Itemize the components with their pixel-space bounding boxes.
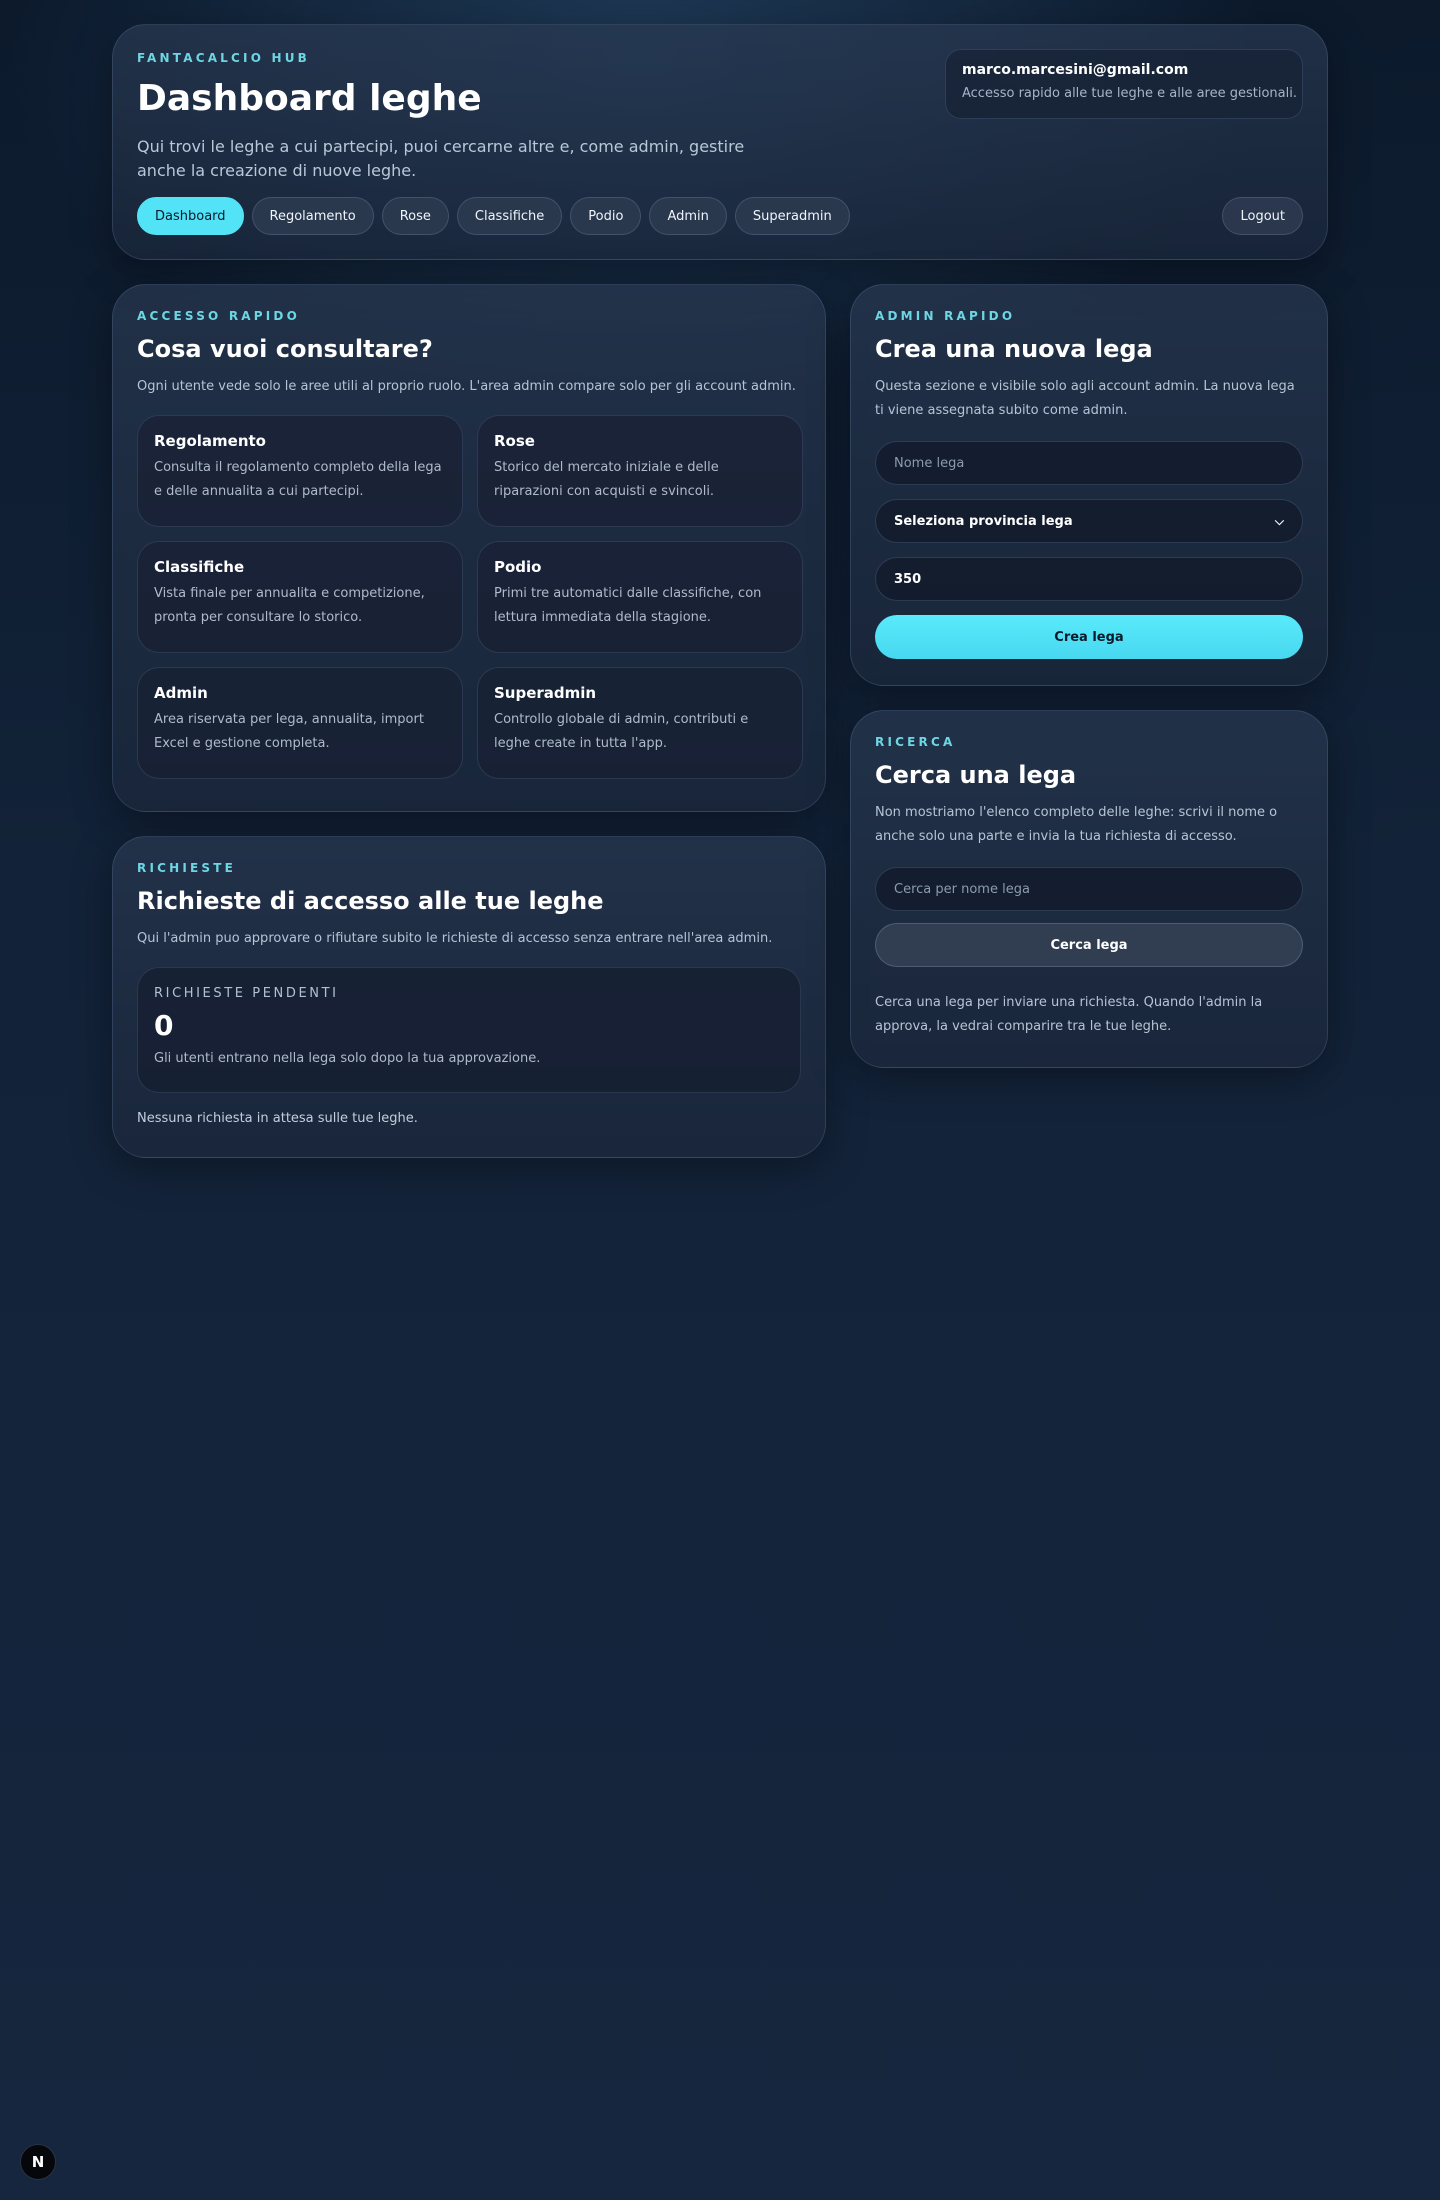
province-select-value: Seleziona provincia lega	[894, 513, 1073, 529]
search-help-text: Cerca una lega per inviare una richiesta…	[875, 995, 1263, 1034]
pending-requests-box: RICHIESTE PENDENTI 0 Gli utenti entrano …	[137, 967, 801, 1093]
tile-description: Consulta il regolamento completo della l…	[154, 460, 442, 499]
province-select[interactable]: Seleziona provincia lega ⌵	[875, 499, 1303, 543]
search-league-card: RICERCA Cerca una lega Non mostriamo l'e…	[850, 710, 1328, 1068]
section-description: Questa sezione e visibile solo agli acco…	[875, 379, 1295, 418]
tile-title: Superadmin	[494, 684, 597, 702]
empty-requests-note: Nessuna richiesta in attesa sulle tue le…	[137, 1111, 418, 1126]
tile-admin[interactable]: Admin Area riservata per lega, annualita…	[137, 667, 463, 779]
search-league-button[interactable]: Cerca lega	[875, 923, 1303, 967]
section-title: Cerca una lega	[875, 761, 1077, 789]
quick-access-card: ACCESSO RAPIDO Cosa vuoi consultare? Ogn…	[112, 284, 826, 812]
tile-classifiche[interactable]: Classifiche Vista finale per annualita e…	[137, 541, 463, 653]
section-eyebrow: RICHIESTE	[137, 861, 237, 875]
section-description: Non mostriamo l'elenco completo delle le…	[875, 805, 1278, 844]
tile-description: Primi tre automatici dalle classifiche, …	[494, 586, 762, 625]
requests-card: RICHIESTE Richieste di accesso alle tue …	[112, 836, 826, 1158]
tile-description: Controllo globale di admin, contributi e…	[494, 712, 749, 751]
tile-title: Rose	[494, 432, 535, 450]
pending-requests-label: RICHIESTE PENDENTI	[154, 986, 339, 1001]
section-description: Ogni utente vede solo le aree utili al p…	[137, 379, 796, 394]
tile-description: Storico del mercato iniziale e delle rip…	[494, 460, 719, 499]
section-description: Qui l'admin puo approvare o rifiutare su…	[137, 931, 773, 946]
pending-requests-description: Gli utenti entrano nella lega solo dopo …	[154, 1051, 541, 1066]
nav-podio[interactable]: Podio	[570, 197, 642, 235]
create-league-card: ADMIN RAPIDO Crea una nuova lega Questa …	[850, 284, 1328, 686]
tile-podio[interactable]: Podio Primi tre automatici dalle classif…	[477, 541, 803, 653]
nav-regolamento[interactable]: Regolamento	[251, 197, 374, 235]
section-eyebrow: ADMIN RAPIDO	[875, 309, 1016, 323]
logout-button[interactable]: Logout	[1222, 197, 1303, 235]
league-name-input[interactable]	[875, 441, 1303, 485]
section-title: Richieste di accesso alle tue leghe	[137, 887, 604, 915]
chevron-down-icon: ⌵	[1274, 513, 1284, 528]
header-card: FANTACALCIO HUB Dashboard leghe Qui trov…	[112, 24, 1328, 260]
section-eyebrow: RICERCA	[875, 735, 956, 749]
quick-access-tiles: Regolamento Consulta il regolamento comp…	[137, 415, 803, 779]
tile-regolamento[interactable]: Regolamento Consulta il regolamento comp…	[137, 415, 463, 527]
main-nav: Dashboard Regolamento Rose Classifiche P…	[137, 197, 850, 235]
search-input[interactable]	[875, 867, 1303, 911]
tile-description: Vista finale per annualita e competizion…	[154, 586, 425, 625]
section-title: Cosa vuoi consultare?	[137, 335, 433, 363]
pending-requests-count: 0	[154, 1009, 174, 1042]
nav-classifiche[interactable]: Classifiche	[456, 197, 563, 235]
tile-description: Area riservata per lega, annualita, impo…	[154, 712, 424, 751]
tile-superadmin[interactable]: Superadmin Controllo globale di admin, c…	[477, 667, 803, 779]
section-title: Crea una nuova lega	[875, 335, 1153, 363]
user-email: marco.marcesini@gmail.com	[962, 62, 1189, 78]
nav-superadmin[interactable]: Superadmin	[734, 197, 850, 235]
nav-admin[interactable]: Admin	[649, 197, 727, 235]
tile-title: Podio	[494, 558, 542, 576]
user-subtitle: Accesso rapido alle tue leghe e alle are…	[962, 86, 1297, 101]
budget-input[interactable]	[875, 557, 1303, 601]
user-info: marco.marcesini@gmail.com Accesso rapido…	[945, 49, 1303, 119]
nav-rose[interactable]: Rose	[381, 197, 449, 235]
dev-tools-badge[interactable]: N	[20, 2144, 56, 2180]
tile-rose[interactable]: Rose Storico del mercato iniziale e dell…	[477, 415, 803, 527]
tile-title: Regolamento	[154, 432, 266, 450]
create-league-button[interactable]: Crea lega	[875, 615, 1303, 659]
nav-dashboard[interactable]: Dashboard	[137, 197, 244, 235]
tile-title: Classifiche	[154, 558, 245, 576]
page-description: Qui trovi le leghe a cui partecipi, puoi…	[137, 137, 745, 180]
section-eyebrow: ACCESSO RAPIDO	[137, 309, 300, 323]
tile-title: Admin	[154, 684, 208, 702]
